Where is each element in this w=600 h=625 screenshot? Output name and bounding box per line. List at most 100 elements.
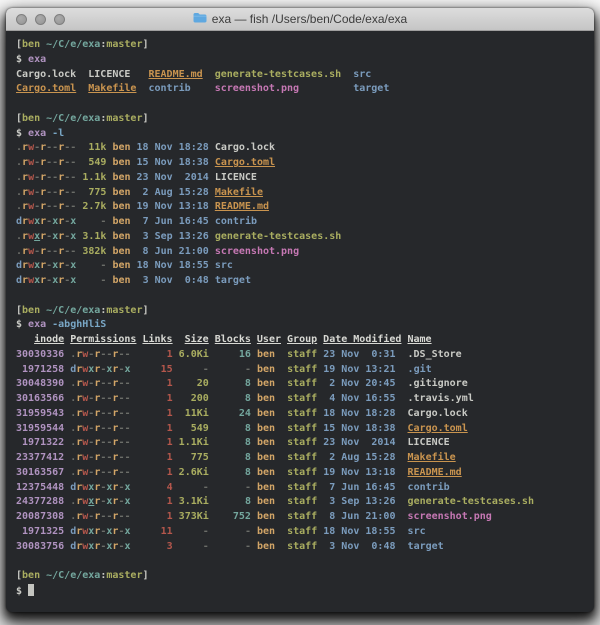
text-run: 3 (142, 540, 173, 552)
text-run: 1 (142, 496, 173, 508)
terminal-line: [ben ~/C/e/exa:master] (16, 112, 594, 127)
text-run: master (106, 304, 143, 316)
text-run: 752 (214, 511, 251, 522)
text-run: User (256, 334, 281, 345)
text-run: LICENCE (214, 171, 257, 183)
text-run: 6.0Ki (178, 348, 209, 360)
terminal-line: 30083756 drwxr-xr-x 3 - - ben staff 3 No… (16, 540, 594, 555)
text-run: staff (287, 407, 318, 419)
text-run: master (106, 112, 143, 124)
text-run: Cargo.toml (214, 157, 276, 168)
text-run (275, 364, 287, 375)
terminal-line: Cargo.lock LICENCE README.md generate-te… (16, 68, 594, 83)
text-run: -- (46, 245, 59, 257)
text-run: -- (118, 378, 131, 390)
text-run: ben (112, 260, 131, 272)
terminal-line: drwxr-xr-x - ben 18 Nov 18:55 src (16, 259, 594, 274)
text-run: 20 (178, 378, 209, 390)
text-run: 12375448 (16, 481, 65, 493)
text-run (395, 511, 407, 522)
text-run (130, 452, 142, 463)
terminal-line: 12375448 drwxr-xr-x 4 - - ben staff 7 Ju… (16, 481, 594, 496)
terminal-line: .rw-r--r-- 549 ben 15 Nov 18:38 Cargo.to… (16, 156, 594, 171)
text-run: - (82, 216, 107, 227)
text-run: ~/C/e/exa (46, 112, 101, 124)
terminal-line: 30163567 .rw-r--r-- 1 2.6Ki 8 ben staff … (16, 466, 594, 481)
text-run (131, 541, 143, 552)
text-run: ben (112, 142, 131, 154)
text-run: 1 (142, 452, 173, 463)
text-run: 19 Nov 13:18 (323, 466, 396, 478)
terminal-output[interactable]: [ben ~/C/e/exa:master] $ exa Cargo.lock LI… (6, 31, 594, 599)
text-run: 1 (142, 437, 173, 449)
text-run: Cargo.toml (407, 422, 468, 434)
text-run: exa (28, 127, 47, 139)
text-run: ben (112, 186, 131, 198)
text-run (341, 69, 353, 80)
zoom-button[interactable] (54, 13, 65, 25)
text-run: 373Ki (178, 511, 209, 522)
terminal-line: 30163566 .rw-r--r-- 1 200 8 ben staff 4 … (16, 392, 594, 407)
text-run: -- (118, 348, 131, 360)
text-run: -- (64, 186, 77, 198)
text-run: ~/C/e/exa (46, 39, 101, 50)
text-run: exa (28, 319, 47, 331)
text-run: staff (287, 437, 318, 449)
text-run: - (214, 540, 251, 552)
text-run: 1 (142, 348, 173, 360)
title-bar[interactable]: exa — fish /Users/ben/Code/exa/exa (6, 8, 594, 31)
text-run (173, 334, 185, 345)
text-run: -- (46, 142, 59, 154)
text-run: 11 (142, 525, 173, 537)
text-run: ben (112, 201, 131, 213)
text-run (130, 378, 142, 389)
text-run: - (178, 363, 209, 375)
terminal-line: .rw-r--r-- 2.7k ben 19 Nov 13:18 README.… (16, 200, 594, 215)
text-run: 8 (214, 496, 251, 508)
text-run: ben (256, 407, 276, 419)
text-run: contrib (148, 83, 191, 95)
text-run: 549 (178, 422, 209, 434)
text-run: ben (256, 466, 276, 478)
text-run (395, 378, 407, 389)
text-run: Blocks (214, 334, 251, 345)
text-run: 8 (214, 422, 251, 434)
text-run (396, 526, 408, 537)
text-run: Cargo.lock (407, 407, 468, 419)
text-run: 8 Jun 21:00 (136, 245, 209, 257)
text-run: 1.1Ki (178, 437, 209, 449)
text-run (130, 437, 142, 448)
text-run: 4 (142, 481, 173, 493)
text-run (275, 378, 287, 389)
text-run: 23377412 (16, 452, 65, 463)
text-run: 1971258 (16, 363, 65, 375)
text-run (275, 423, 287, 434)
text-run: -- (118, 407, 131, 419)
text-run: Size (184, 334, 209, 345)
text-run: target (353, 83, 390, 95)
text-run: 8 (214, 437, 251, 449)
text-run (396, 482, 408, 493)
terminal-line: inode Permissions Links Size Blocks User… (16, 333, 594, 348)
text-run: 16 (214, 348, 251, 360)
text-run: 30163567 (16, 466, 65, 478)
text-run: -- (46, 157, 59, 168)
text-run: ben (112, 157, 131, 168)
text-run (131, 482, 143, 493)
text-run: 31959544 (16, 422, 65, 434)
close-button[interactable] (16, 13, 27, 25)
text-run: 30048390 (16, 378, 65, 390)
text-run: .travis.yml (407, 393, 474, 404)
text-run: Group (287, 334, 318, 345)
text-run: - (178, 481, 209, 493)
text-run: ben (22, 304, 41, 316)
text-run: src (407, 525, 426, 537)
minimize-button[interactable] (35, 13, 46, 25)
text-run: 15 Nov 18:38 (323, 422, 396, 434)
text-run: 8 (214, 452, 251, 463)
text-run: 3.1k (82, 230, 107, 242)
text-run: LICENCE (88, 68, 131, 80)
text-run: $ (16, 127, 29, 139)
text-run: -- (64, 157, 77, 168)
text-run: -- (100, 466, 113, 478)
